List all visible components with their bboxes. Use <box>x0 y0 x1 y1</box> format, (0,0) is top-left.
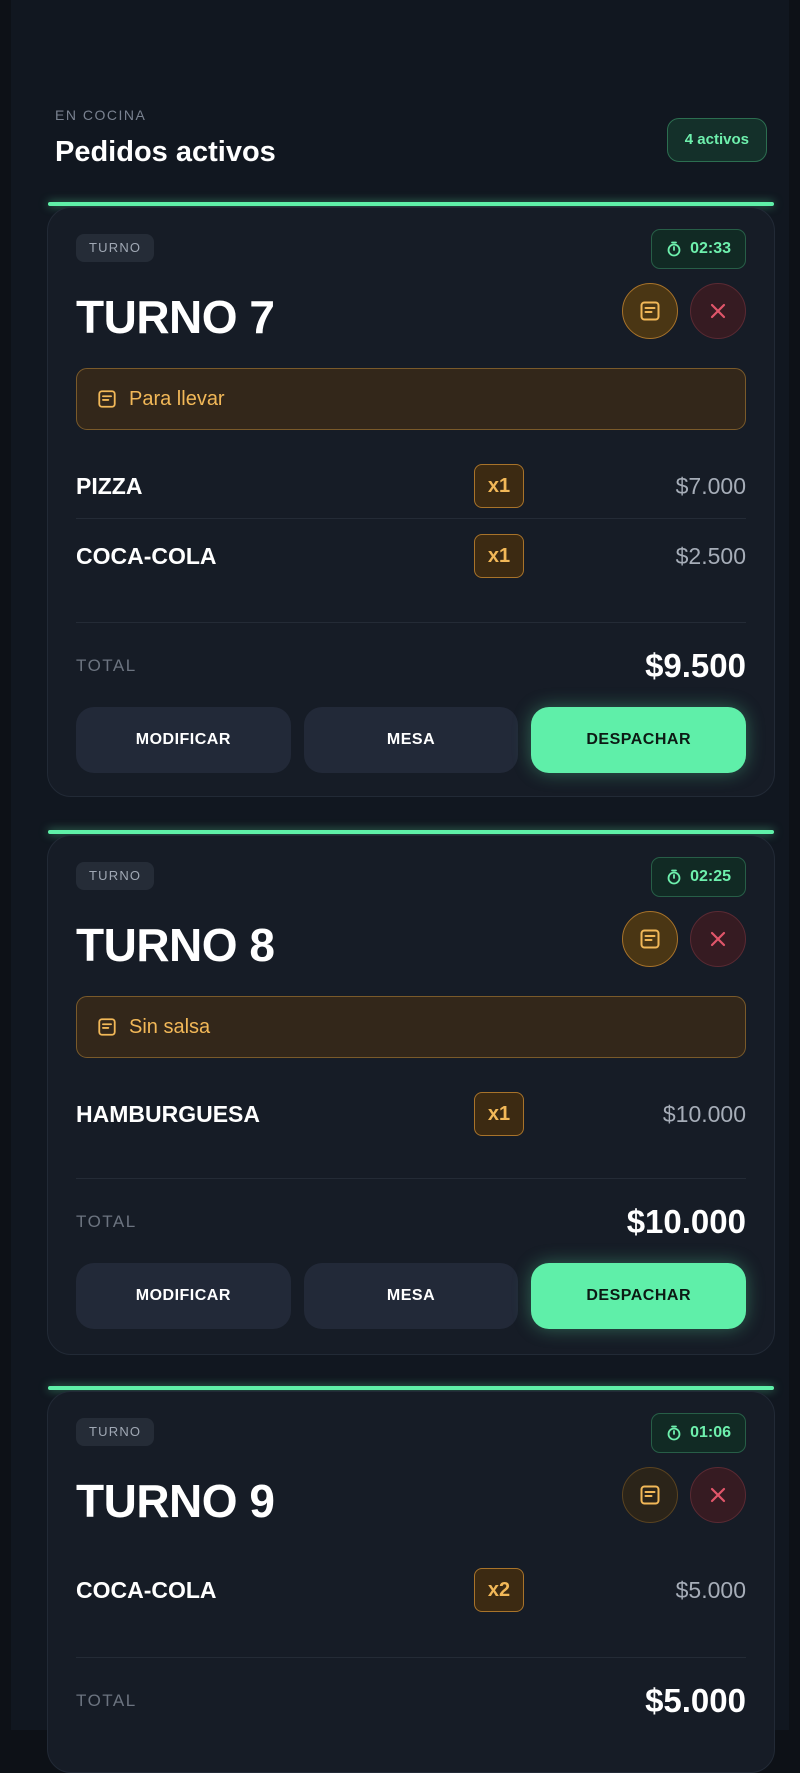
item-price: $2.500 <box>675 542 746 569</box>
note-icon <box>640 1485 660 1505</box>
stopwatch-icon <box>667 241 681 257</box>
timer-value: 02:25 <box>690 868 731 885</box>
total-divider <box>76 622 746 623</box>
close-icon <box>710 303 726 319</box>
section-eyebrow: EN COCINA <box>55 107 147 123</box>
note-text: Sin salsa <box>129 1015 211 1038</box>
total-divider <box>76 1657 746 1658</box>
item-divider <box>76 518 746 519</box>
note-icon <box>98 390 116 408</box>
header: EN COCINA Pedidos activos 4 activos <box>55 0 767 180</box>
add-note-button[interactable] <box>622 1467 678 1523</box>
item-name: COCA-COLA <box>76 542 217 569</box>
item-quantity: x1 <box>474 534 524 578</box>
item-quantity: x1 <box>474 1092 524 1136</box>
note-icon <box>640 301 660 321</box>
add-note-button[interactable] <box>622 911 678 967</box>
card-accent-line <box>48 830 774 834</box>
dispatch-button[interactable]: DESPACHAR <box>531 707 747 773</box>
close-icon <box>710 1487 726 1503</box>
note-icon <box>640 929 660 949</box>
timer-value: 01:06 <box>690 1424 731 1441</box>
order-timer: 01:06 <box>651 1413 746 1453</box>
active-count-badge: 4 activos <box>666 118 767 162</box>
order-item: COCA-COLA x2 $5.000 <box>76 1555 746 1625</box>
dispatch-button[interactable]: DESPACHAR <box>531 1263 747 1329</box>
total-divider <box>76 1178 746 1179</box>
add-note-button[interactable] <box>622 283 678 339</box>
order-tag: TURNO <box>76 1418 155 1446</box>
total-label: TOTAL <box>76 1691 137 1710</box>
order-item: HAMBURGUESA x1 $10.000 <box>76 1079 746 1149</box>
page: EN COCINA Pedidos activos 4 activos TURN… <box>11 0 789 1773</box>
cancel-order-button[interactable] <box>690 911 746 967</box>
note-icon <box>98 1018 116 1036</box>
order-title: TURNO 8 <box>76 919 275 971</box>
item-price: $5.000 <box>675 1576 746 1603</box>
item-price: $7.000 <box>675 472 746 499</box>
table-button[interactable]: MESA <box>303 1263 519 1329</box>
note-text: Para llevar <box>129 387 225 410</box>
order-title: TURNO 7 <box>76 291 275 343</box>
total-label: TOTAL <box>76 656 137 675</box>
item-price: $10.000 <box>662 1100 746 1127</box>
item-name: COCA-COLA <box>76 1576 217 1603</box>
item-name: PIZZA <box>76 472 143 499</box>
order-item: COCA-COLA x1 $2.500 <box>76 521 746 591</box>
cancel-order-button[interactable] <box>690 1467 746 1523</box>
cancel-order-button[interactable] <box>690 283 746 339</box>
order-actions: MODIFICAR MESA DESPACHAR <box>76 707 747 773</box>
order-timer: 02:25 <box>651 857 746 897</box>
card-accent-line <box>48 202 774 206</box>
close-icon <box>710 931 726 947</box>
card-accent-line <box>48 1386 774 1390</box>
table-button[interactable]: MESA <box>303 707 519 773</box>
order-title: TURNO 9 <box>76 1475 275 1527</box>
item-name: HAMBURGUESA <box>76 1100 260 1127</box>
stopwatch-icon <box>667 1425 681 1441</box>
order-card: TURNO 02:33 TURNO 7 Para llevar PIZZA x1… <box>47 207 775 797</box>
timer-value: 02:33 <box>690 240 731 257</box>
order-card: TURNO 02:25 TURNO 8 Sin salsa HAMBURGUES… <box>47 835 775 1355</box>
item-quantity: x1 <box>474 464 524 508</box>
order-note: Sin salsa <box>76 996 746 1058</box>
modify-button[interactable]: MODIFICAR <box>76 1263 291 1329</box>
item-quantity: x2 <box>474 1568 524 1612</box>
order-total: $9.500 <box>645 647 746 684</box>
order-card: TURNO 01:06 TURNO 9 COCA-COLA x2 $5.000 … <box>47 1391 775 1773</box>
page-title: Pedidos activos <box>55 136 276 168</box>
order-timer: 02:33 <box>651 229 746 269</box>
order-tag: TURNO <box>76 862 155 890</box>
order-total: $5.000 <box>645 1682 746 1719</box>
order-item: PIZZA x1 $7.000 <box>76 451 746 521</box>
order-tag: TURNO <box>76 234 155 262</box>
order-actions: MODIFICAR MESA DESPACHAR <box>76 1263 747 1329</box>
order-total: $10.000 <box>626 1203 746 1240</box>
order-note: Para llevar <box>76 368 746 430</box>
total-label: TOTAL <box>76 1212 137 1231</box>
modify-button[interactable]: MODIFICAR <box>76 707 291 773</box>
stopwatch-icon <box>667 869 681 885</box>
